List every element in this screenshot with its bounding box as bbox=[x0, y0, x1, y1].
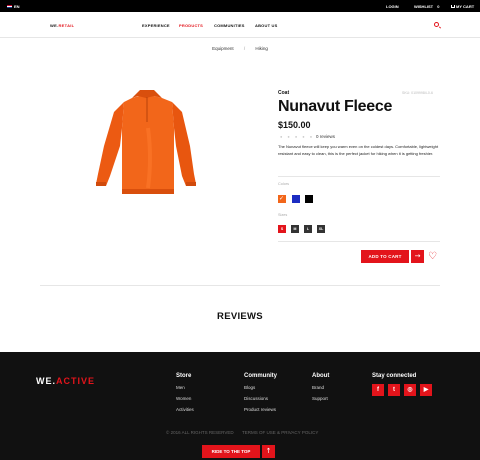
active-logo[interactable]: WE.ACTIVE bbox=[36, 376, 95, 386]
youtube-icon[interactable]: ▶ bbox=[420, 384, 432, 396]
nav-about-us[interactable]: ABOUT US bbox=[255, 23, 278, 28]
terms-link[interactable]: TERMS OF USE & PRIVACY POLICY bbox=[242, 430, 318, 435]
breadcrumb-hiking[interactable]: Hiking bbox=[255, 46, 268, 51]
wishlist-link[interactable]: WISHLIST 0 bbox=[414, 4, 439, 9]
logo-accent: RETAIL bbox=[58, 23, 75, 28]
divider bbox=[278, 176, 440, 177]
divider bbox=[278, 241, 440, 242]
arrow-right-icon[interactable]: → bbox=[411, 250, 424, 263]
size-l[interactable]: L bbox=[304, 225, 312, 233]
twitter-icon[interactable]: t bbox=[388, 384, 400, 396]
reviews-count[interactable]: 0 reviews bbox=[316, 134, 335, 139]
size-m[interactable]: M bbox=[291, 225, 299, 233]
copyright-text: © 2016 ALL RIGHTS RESERVED bbox=[166, 430, 234, 435]
footer-link-support[interactable]: Support bbox=[312, 396, 328, 401]
login-link[interactable]: LOGIN bbox=[386, 4, 399, 9]
size-s[interactable]: S bbox=[278, 225, 286, 233]
wishlist-count: 0 bbox=[437, 4, 440, 9]
color-swatch-orange[interactable] bbox=[278, 195, 286, 203]
logo-prefix: WE. bbox=[36, 376, 56, 386]
uk-flag-icon bbox=[7, 5, 12, 8]
breadcrumb: Equipment / Hiking bbox=[0, 46, 480, 51]
footer: WE.ACTIVE Store Men Women Activities Com… bbox=[0, 352, 480, 460]
star-icon: ● bbox=[287, 134, 295, 139]
nav-communities[interactable]: COMMUNITIES bbox=[214, 23, 245, 28]
product-image bbox=[96, 90, 196, 194]
footer-link-blogs[interactable]: Blogs bbox=[244, 385, 255, 390]
footer-link-activities[interactable]: Activities bbox=[176, 407, 194, 412]
reviews-heading: REVIEWS bbox=[217, 311, 263, 322]
main-nav: WE.RETAIL EXPERIENCE PRODUCTS COMMUNITIE… bbox=[0, 12, 480, 38]
add-to-cart-button[interactable]: ADD TO CART bbox=[361, 250, 409, 263]
rating-stars[interactable]: ●●●●● bbox=[280, 134, 317, 139]
section-divider bbox=[40, 285, 440, 286]
ride-to-top-button[interactable]: RIDE TO THE TOP bbox=[202, 445, 260, 458]
facebook-icon[interactable]: f bbox=[372, 384, 384, 396]
footer-link-men[interactable]: Men bbox=[176, 385, 185, 390]
footer-link-brand[interactable]: Brand bbox=[312, 385, 324, 390]
cart-link[interactable]: MY CART bbox=[451, 4, 474, 9]
nav-experience[interactable]: EXPERIENCE bbox=[142, 23, 170, 28]
colors-label: Colors bbox=[278, 182, 289, 186]
breadcrumb-separator: / bbox=[243, 46, 246, 51]
star-icon: ● bbox=[302, 134, 310, 139]
cart-icon bbox=[451, 5, 455, 9]
product-price: $150.00 bbox=[278, 120, 311, 130]
heart-icon[interactable]: ♡ bbox=[428, 250, 437, 263]
footer-social-title: Stay connected bbox=[372, 373, 417, 379]
logo-accent: ACTIVE bbox=[56, 376, 96, 386]
breadcrumb-equipment[interactable]: Equipment bbox=[212, 46, 234, 51]
language-label: EN bbox=[14, 4, 20, 9]
size-xl[interactable]: XL bbox=[317, 225, 325, 233]
search-icon[interactable] bbox=[434, 22, 439, 27]
nav-products[interactable]: PRODUCTS bbox=[179, 23, 203, 28]
footer-link-discussions[interactable]: Discussions bbox=[244, 396, 268, 401]
arrow-up-icon[interactable]: ↑ bbox=[262, 445, 275, 458]
product-category: Coat bbox=[278, 90, 290, 96]
instagram-icon[interactable]: ◎ bbox=[404, 384, 416, 396]
footer-store-title: Store bbox=[176, 373, 192, 379]
retail-logo[interactable]: WE.RETAIL bbox=[50, 23, 74, 28]
footer-about-title: About bbox=[312, 373, 330, 379]
color-swatch-blue[interactable] bbox=[292, 195, 300, 203]
language-selector[interactable]: EN bbox=[7, 4, 20, 9]
footer-link-product-reviews[interactable]: Product reviews bbox=[244, 407, 276, 412]
top-bar: EN LOGIN WISHLIST 0 MY CART bbox=[0, 0, 480, 12]
product-sku: SKU: 01099984-0-6 bbox=[402, 91, 433, 95]
footer-link-women[interactable]: Women bbox=[176, 396, 191, 401]
cart-label: MY CART bbox=[456, 4, 475, 9]
sizes-label: Sizes bbox=[278, 213, 288, 217]
product-title: Nunavut Fleece bbox=[278, 98, 393, 115]
color-swatch-black[interactable] bbox=[305, 195, 313, 203]
wishlist-label: WISHLIST bbox=[414, 4, 434, 9]
product-description: The Nunavut fleece will keep you warm ev… bbox=[278, 144, 439, 156]
footer-community-title: Community bbox=[244, 373, 277, 379]
